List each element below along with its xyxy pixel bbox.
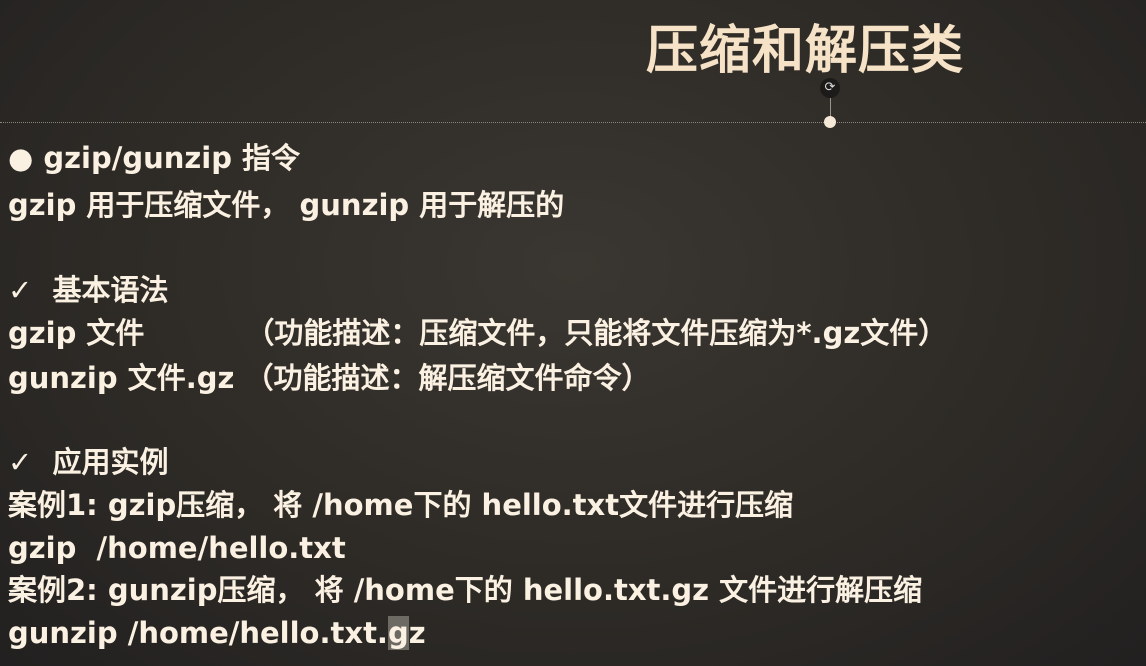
selection-border [0, 122, 1146, 123]
syntax-line-2: gunzip 文件.gz （功能描述：解压缩文件命令） [8, 361, 651, 395]
command-2-tail: z [408, 616, 426, 650]
syntax-heading: ✓ 基本语法 [8, 273, 169, 307]
command-2-text: gunzip /home/hello.txt. [8, 616, 388, 650]
text-selection[interactable]: g [387, 616, 409, 650]
rotate-handle-stem [830, 98, 831, 118]
rotate-handle-icon[interactable]: ⟳ [820, 78, 840, 98]
example-heading: ✓ 应用实例 [8, 445, 169, 479]
syntax-line-1: gzip 文件 （功能描述：压缩文件，只能将文件压缩为*.gz文件） [8, 316, 948, 350]
command-2[interactable]: gunzip /home/hello.txt.gz [8, 615, 426, 651]
command-1: gzip /home/hello.txt [8, 531, 346, 565]
case-2: 案例2: gunzip压缩， 将 /home下的 hello.txt.gz 文件… [8, 573, 923, 607]
section-heading: ● gzip/gunzip 指令 [8, 141, 301, 175]
description: gzip 用于压缩文件， gunzip 用于解压的 [8, 188, 565, 222]
resize-handle[interactable] [824, 116, 836, 128]
slide-title: 压缩和解压类 [646, 21, 965, 81]
case-1: 案例1: gzip压缩， 将 /home下的 hello.txt文件进行压缩 [8, 488, 794, 522]
